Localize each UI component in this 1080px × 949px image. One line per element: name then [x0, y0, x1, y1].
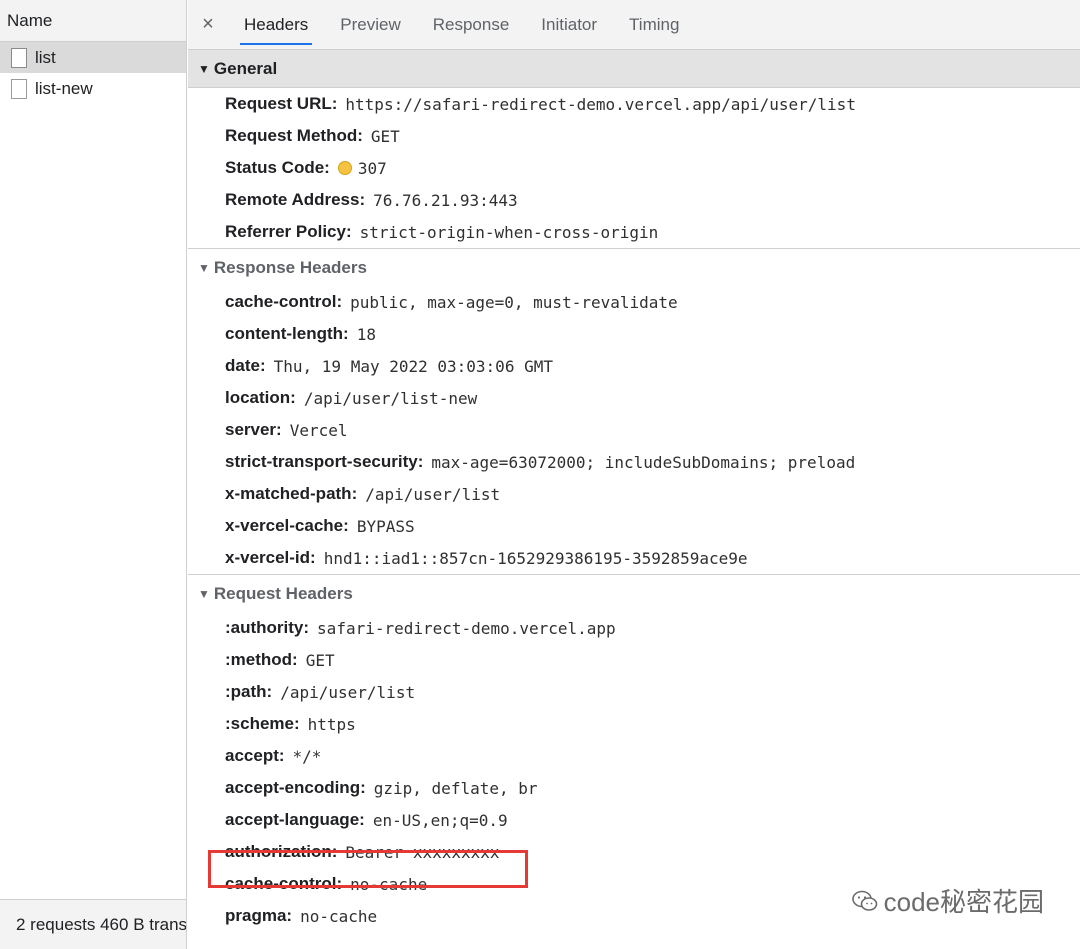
header-value[interactable]: Thu, 19 May 2022 03:03:06 GMT [274, 357, 553, 376]
header-value[interactable]: gzip, deflate, br [374, 779, 538, 798]
request-headers-section-header[interactable]: ▼ Request Headers [188, 574, 1080, 612]
header-value[interactable]: https [308, 715, 356, 734]
header-key: pragma: [225, 906, 293, 925]
header-row: x-vercel-id: hnd1::iad1::857cn-1652929386… [188, 542, 1080, 574]
header-value[interactable]: 76.76.21.93:443 [373, 191, 518, 210]
section-title: Request Headers [213, 583, 353, 603]
header-key: :authority: [225, 618, 310, 637]
header-row: Remote Address: 76.76.21.93:443 [188, 184, 1080, 216]
header-value[interactable]: BYPASS [357, 517, 415, 536]
header-value[interactable]: GET [371, 127, 400, 146]
header-key: strict-transport-security: [225, 452, 424, 471]
header-key: cache-control: [225, 292, 343, 311]
general-rows: Request URL: https://safari-redirect-demo… [188, 88, 1080, 248]
triangle-down-icon: ▼ [198, 586, 210, 601]
header-row: Status Code: 307 [188, 152, 1080, 184]
header-value[interactable]: public, max-age=0, must-revalidate [350, 293, 678, 312]
status-dot-icon [337, 161, 352, 175]
header-row: date: Thu, 19 May 2022 03:03:06 GMT [188, 350, 1080, 382]
header-row: :path: /api/user/list [188, 676, 1080, 708]
header-key: accept: [225, 746, 285, 765]
request-row-list-new[interactable]: list-new [0, 73, 186, 104]
request-details-panel: × Headers Preview Response Initiator Tim… [188, 0, 1080, 949]
header-row: accept-language: en-US,en;q=0.9 [188, 804, 1080, 836]
summary-status-bar: 2 requests 460 B transferred [0, 899, 186, 949]
response-headers-section-header[interactable]: ▼ Response Headers [188, 248, 1080, 286]
tab-response[interactable]: Response [417, 0, 526, 49]
section-title: Response Headers [213, 257, 367, 277]
header-row: cache-control: public, max-age=0, must-re… [188, 286, 1080, 318]
document-icon [11, 47, 27, 68]
header-key: x-vercel-cache: [225, 516, 349, 535]
close-icon[interactable]: × [188, 0, 228, 49]
header-row: :scheme: https [188, 708, 1080, 740]
triangle-down-icon: ▼ [198, 260, 210, 275]
name-column-header[interactable]: Name [0, 0, 186, 42]
header-value[interactable]: en-US,en;q=0.9 [373, 811, 508, 830]
header-key: :scheme: [225, 714, 300, 733]
header-key: accept-language: [225, 810, 365, 829]
header-value[interactable]: hnd1::iad1::857cn-1652929386195-3592859a… [324, 549, 748, 568]
header-key: date: [225, 356, 266, 375]
details-tabbar: × Headers Preview Response Initiator Tim… [188, 0, 1080, 50]
header-key: x-vercel-id: [225, 548, 316, 567]
header-value[interactable]: 307 [358, 159, 387, 178]
header-key: x-matched-path: [225, 484, 358, 503]
tab-initiator[interactable]: Initiator [525, 0, 613, 49]
header-row: accept: */* [188, 740, 1080, 772]
header-value[interactable]: GET [306, 651, 335, 670]
request-name: list-new [35, 78, 93, 98]
header-row: Referrer Policy: strict-origin-when-cross… [188, 216, 1080, 248]
header-value[interactable]: safari-redirect-demo.vercel.app [317, 619, 616, 638]
header-key: :method: [225, 650, 298, 669]
tab-headers[interactable]: Headers [228, 0, 324, 49]
authorization-highlight-box [208, 850, 528, 888]
header-value[interactable]: no-cache [300, 907, 377, 926]
request-list-panel: Name list list-new 2 requests 460 B tran… [0, 0, 187, 949]
header-row: server: Vercel [188, 414, 1080, 446]
triangle-down-icon: ▼ [198, 61, 210, 76]
request-name: list [35, 47, 56, 67]
header-value[interactable]: strict-origin-when-cross-origin [360, 223, 659, 242]
request-row-list[interactable]: list [0, 42, 186, 73]
header-value[interactable]: Vercel [290, 421, 348, 440]
tab-preview[interactable]: Preview [324, 0, 416, 49]
header-key: accept-encoding: [225, 778, 366, 797]
header-row: Request Method: GET [188, 120, 1080, 152]
header-key: Request Method: [225, 126, 363, 145]
header-key: Referrer Policy: [225, 222, 352, 241]
header-row: accept-encoding: gzip, deflate, br [188, 772, 1080, 804]
section-title: General [213, 58, 278, 78]
watermark: code秘密花园 [851, 882, 1044, 919]
document-icon [11, 78, 27, 99]
header-value[interactable]: /api/user/list-new [304, 389, 477, 408]
header-value[interactable]: */* [293, 747, 322, 766]
header-value[interactable]: /api/user/list [280, 683, 415, 702]
header-key: Remote Address: [225, 190, 366, 209]
header-value[interactable]: max-age=63072000; includeSubDomains; pre… [431, 453, 855, 472]
tab-timing[interactable]: Timing [613, 0, 695, 49]
header-row: Request URL: https://safari-redirect-demo… [188, 88, 1080, 120]
wechat-icon [851, 890, 877, 911]
response-header-rows: cache-control: public, max-age=0, must-re… [188, 286, 1080, 574]
header-row: :method: GET [188, 644, 1080, 676]
header-value[interactable]: https://safari-redirect-demo.vercel.app/… [345, 95, 856, 114]
header-key: content-length: [225, 324, 349, 343]
header-row: location: /api/user/list-new [188, 382, 1080, 414]
watermark-text: code秘密花园 [883, 887, 1044, 917]
header-row: x-matched-path: /api/user/list [188, 478, 1080, 510]
general-section-header[interactable]: ▼ General [188, 50, 1080, 88]
header-value[interactable]: 18 [357, 325, 376, 344]
header-row: strict-transport-security: max-age=630720… [188, 446, 1080, 478]
header-key: location: [225, 388, 296, 407]
header-key: server: [225, 420, 282, 439]
header-key: Request URL: [225, 94, 338, 113]
header-row: :authority: safari-redirect-demo.vercel.a… [188, 612, 1080, 644]
header-row: x-vercel-cache: BYPASS [188, 510, 1080, 542]
header-row: content-length: 18 [188, 318, 1080, 350]
header-key: Status Code: [225, 158, 330, 177]
header-key: :path: [225, 682, 273, 701]
header-value[interactable]: /api/user/list [365, 485, 500, 504]
